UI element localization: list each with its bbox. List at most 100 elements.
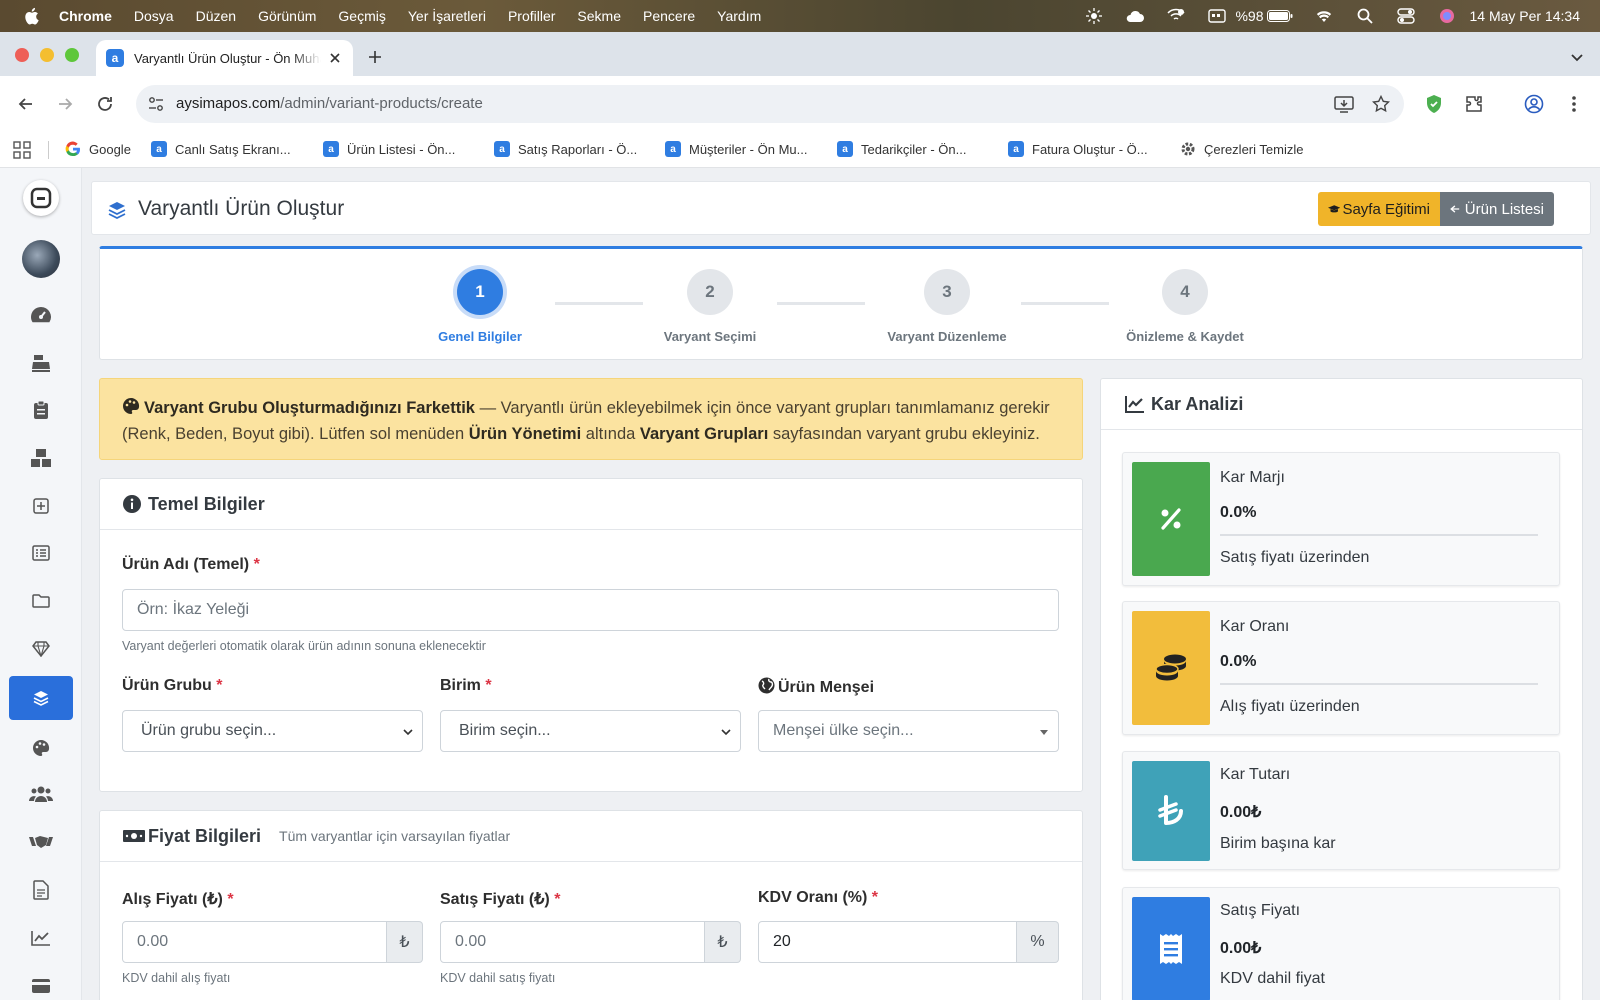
profit-analysis-title: Kar Analizi	[1151, 393, 1244, 414]
cloud-icon[interactable]	[1125, 8, 1145, 24]
wizard-step-1[interactable]: 1 Genel Bilgiler	[420, 269, 540, 344]
app-logo[interactable]	[23, 180, 59, 216]
control-center-icon[interactable]	[1396, 8, 1416, 24]
sidebar-item-reports[interactable]	[9, 916, 73, 960]
price-info-title: Fiyat Bilgileri	[148, 825, 262, 846]
product-group-select[interactable]: Ürün grubu seçin...	[122, 710, 423, 752]
page-training-button[interactable]: Sayfa Eğitimi	[1318, 192, 1440, 226]
menu-duzen[interactable]: Düzen	[196, 8, 236, 24]
sidebar-item-pos[interactable]	[9, 341, 73, 385]
menu-pencere[interactable]: Pencere	[643, 8, 695, 24]
bookmark-musteriler[interactable]: a Müşteriler - Ön Mu...	[665, 141, 807, 157]
bookmark-urun-listesi[interactable]: a Ürün Listesi - Ön...	[323, 141, 455, 157]
percent-addon: %	[1017, 921, 1059, 963]
menu-gecmis[interactable]: Geçmiş	[338, 8, 385, 24]
forward-icon[interactable]	[53, 92, 77, 116]
tab-close-icon[interactable]	[327, 50, 343, 66]
window-zoom-button[interactable]	[65, 48, 79, 62]
sidebar-item-add-product[interactable]	[9, 484, 73, 528]
sell-price-label: Satış Fiyatı (₺) *	[440, 891, 561, 908]
variant-group-warning-alert: Varyant Grubu Oluşturmadığınızı Farketti…	[99, 378, 1083, 460]
chrome-menu-icon[interactable]	[1562, 92, 1586, 116]
tab-search-chevron-icon[interactable]	[1566, 46, 1588, 68]
wizard-step-4[interactable]: 4 Önizleme & Kaydet	[1100, 269, 1270, 344]
alert-text: altında	[581, 425, 640, 443]
price-info-subtitle: Tüm varyantlar için varsayılan fiyatlar	[279, 828, 511, 844]
menu-sekme[interactable]: Sekme	[577, 8, 621, 24]
sidebar-item-dashboard[interactable]	[9, 293, 73, 337]
wifi-icon[interactable]	[1314, 8, 1334, 24]
apps-grid-icon[interactable]	[13, 141, 31, 159]
profile-icon[interactable]	[1522, 92, 1546, 116]
bookmark-satis-raporlari[interactable]: a Satış Raporları - Ö...	[494, 141, 637, 157]
sell-price-input[interactable]: 0.00	[440, 921, 705, 963]
money-bill-icon	[123, 830, 145, 842]
vpn-icon[interactable]	[1166, 8, 1186, 24]
chart-line-icon	[1125, 396, 1144, 413]
address-bar[interactable]: aysimapos.com/admin/variant-products/cre…	[136, 85, 1404, 123]
menu-app-name[interactable]: Chrome	[59, 8, 112, 24]
sidebar-item-product-list[interactable]	[9, 531, 73, 575]
product-list-button[interactable]: Ürün Listesi	[1440, 192, 1554, 226]
user-avatar[interactable]	[22, 240, 60, 278]
wizard-step-2[interactable]: 2 Varyant Seçimi	[640, 269, 780, 344]
battery-icon[interactable]	[1267, 8, 1293, 24]
unit-select[interactable]: Birim seçin...	[440, 710, 741, 752]
bookmark-tedarikciler[interactable]: a Tedarikçiler - Ön...	[837, 141, 966, 157]
origin-select[interactable]: Menşei ülke seçin...	[758, 710, 1059, 752]
wizard-steps: 1 Genel Bilgiler 2 Varyant Seçimi 3 Varyant…	[99, 246, 1583, 360]
back-icon[interactable]	[14, 92, 38, 116]
new-tab-icon[interactable]	[364, 46, 386, 68]
menu-yardim[interactable]: Yardım	[717, 8, 761, 24]
siri-icon[interactable]	[1437, 8, 1457, 24]
vat-rate-input[interactable]: 20	[758, 921, 1017, 963]
wizard-step-3[interactable]: 3 Varyant Düzenleme	[862, 269, 1032, 344]
sidebar-item-stock[interactable]	[9, 436, 73, 480]
layers-icon	[108, 202, 126, 219]
menu-dosya[interactable]: Dosya	[134, 8, 174, 24]
menu-clock[interactable]: 14 May Per 14:34	[1469, 8, 1580, 24]
sell-price-label-text: Satış Fiyatı (₺)	[440, 891, 550, 908]
bookmark-fatura-olustur[interactable]: a Fatura Oluştur - Ö...	[1008, 141, 1148, 157]
search-icon[interactable]	[1355, 8, 1375, 24]
apple-icon[interactable]	[23, 7, 39, 25]
chevron-down-icon	[403, 729, 413, 736]
sidebar-item-invoices[interactable]	[9, 868, 73, 912]
sidebar-item-variant-groups[interactable]	[9, 726, 73, 770]
sidebar-item-customers[interactable]	[9, 772, 73, 816]
bookmark-star-icon[interactable]	[1372, 95, 1390, 113]
sidebar-item-orders[interactable]	[9, 388, 73, 432]
site-settings-icon[interactable]	[148, 96, 164, 112]
browser-tab-active[interactable]: a Varyantlı Ürün Oluştur - Ön Muhasebe	[96, 40, 353, 76]
menu-profiller[interactable]: Profiller	[508, 8, 555, 24]
brightness-icon[interactable]	[1084, 8, 1104, 24]
install-app-icon[interactable]	[1334, 95, 1354, 113]
extensions-icon[interactable]	[1462, 92, 1486, 116]
bookmark-label: Ürün Listesi - Ön...	[347, 141, 456, 157]
buy-price-input[interactable]: 0.00	[122, 921, 387, 963]
buy-price-label: Alış Fiyatı (₺) *	[122, 891, 234, 908]
sidebar-item-suppliers[interactable]	[9, 820, 73, 864]
google-icon	[65, 141, 81, 157]
sidebar-item-payments[interactable]	[9, 964, 73, 1000]
bookmark-label: Çerezleri Temizle	[1204, 141, 1304, 157]
menu-gorunum[interactable]: Görünüm	[258, 8, 316, 24]
menu-yer-isaretleri[interactable]: Yer İşaretleri	[408, 8, 486, 24]
url-text[interactable]: aysimapos.com/admin/variant-products/cre…	[176, 95, 483, 112]
sidebar-item-categories[interactable]	[9, 579, 73, 623]
window-close-button[interactable]	[15, 48, 29, 62]
reload-icon[interactable]	[93, 92, 117, 116]
buy-price-label-text: Alış Fiyatı (₺)	[122, 891, 223, 908]
sidebar-item-variant-products[interactable]	[9, 676, 73, 720]
bookmark-cerezleri-temizle[interactable]: Çerezleri Temizle	[1180, 141, 1303, 157]
product-name-input[interactable]: Örn: İkaz Yeleği	[122, 589, 1059, 631]
profit-ratio-value: 0.0%	[1220, 653, 1257, 670]
bookmark-canli-satis[interactable]: a Canlı Satış Ekranı...	[151, 141, 291, 157]
price-info-card: Fiyat Bilgileri Tüm varyantlar için vars…	[99, 810, 1083, 1000]
calendar-icon[interactable]	[1207, 8, 1227, 24]
bookmark-label: Fatura Oluştur - Ö...	[1032, 141, 1148, 157]
adblock-shield-icon[interactable]	[1422, 92, 1446, 116]
window-minimize-button[interactable]	[40, 48, 54, 62]
bookmark-google[interactable]: Google	[65, 141, 131, 157]
sidebar-item-brands[interactable]	[9, 627, 73, 671]
